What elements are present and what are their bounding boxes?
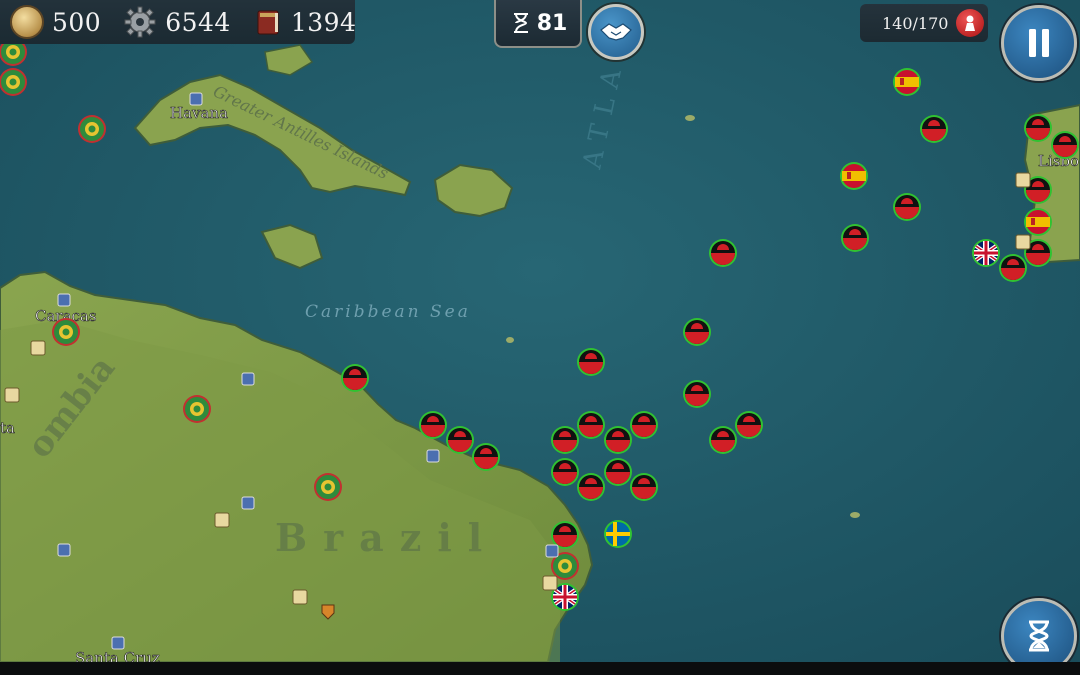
city-badge[interactable] [426, 449, 440, 463]
unit-marker-spain[interactable] [840, 162, 868, 190]
building-icon[interactable] [1015, 172, 1031, 188]
building-icon[interactable] [30, 340, 46, 356]
hourglass-icon [1029, 620, 1049, 652]
turn-counter[interactable]: 81 [494, 0, 582, 48]
gold-value: 500 [52, 7, 102, 37]
unit-marker-malawi[interactable] [709, 426, 737, 454]
handshake-icon [600, 23, 632, 41]
science-value: 1394 [290, 7, 357, 37]
country-label-brazil: Brazil [275, 515, 498, 560]
islet [506, 337, 514, 343]
population-counter[interactable]: 140/170 [860, 4, 988, 42]
unit-marker-malawi[interactable] [683, 380, 711, 408]
unit-marker-malawi[interactable] [604, 458, 632, 486]
unit-marker-malawi[interactable] [709, 239, 737, 267]
gold-resource[interactable]: 500 [0, 0, 123, 44]
unit-marker-hostile[interactable] [0, 68, 27, 96]
gear-icon [124, 6, 156, 38]
unit-marker-malawi[interactable] [419, 411, 447, 439]
unit-marker-hostile[interactable] [78, 115, 106, 143]
unit-marker-malawi[interactable] [630, 473, 658, 501]
unit-marker-malawi[interactable] [1024, 114, 1052, 142]
unit-marker-malawi[interactable] [604, 426, 632, 454]
city-badge[interactable] [545, 544, 559, 558]
unit-marker-malawi[interactable] [551, 426, 579, 454]
city-badge[interactable] [241, 496, 255, 510]
coin-icon [10, 5, 44, 39]
region-label-caribbean-sea: Caribbean Sea [305, 302, 471, 322]
city-badge[interactable] [57, 543, 71, 557]
city-badge[interactable] [111, 636, 125, 650]
building-icon[interactable] [4, 387, 20, 403]
building-icon[interactable] [214, 512, 230, 528]
turns-remaining: 81 [536, 10, 568, 36]
unit-marker-malawi[interactable] [472, 443, 500, 471]
diplomacy-button[interactable] [588, 4, 644, 60]
pause-icon [1029, 29, 1049, 57]
pawn-icon [956, 9, 985, 37]
islet [850, 512, 860, 518]
science-resource[interactable]: 1394 [253, 0, 379, 44]
city-label-havana: Havana [170, 104, 228, 122]
unit-marker-malawi[interactable] [920, 115, 948, 143]
unit-marker-malawi[interactable] [551, 458, 579, 486]
book-icon [257, 10, 279, 35]
bottom-edge [0, 662, 1080, 675]
unit-marker-malawi[interactable] [1051, 131, 1079, 159]
unit-marker-sweden[interactable] [604, 520, 632, 548]
hourglass-icon [513, 13, 528, 33]
unit-marker-malawi[interactable] [683, 318, 711, 346]
building-icon[interactable] [292, 589, 308, 605]
unit-marker-spain[interactable] [1024, 208, 1052, 236]
unit-marker-hostile[interactable] [314, 473, 342, 501]
pause-button[interactable] [1001, 5, 1077, 81]
unit-marker-malawi[interactable] [577, 348, 605, 376]
city-badge[interactable] [189, 92, 203, 106]
unit-marker-britain[interactable] [972, 239, 1000, 267]
unit-marker-malawi[interactable] [735, 411, 763, 439]
islet [685, 115, 695, 121]
resource-bar: 500 6544 1394 [0, 0, 356, 44]
world-map[interactable]: Havana Caracas Santa Cruz Lisbo ta Great… [0, 0, 1080, 675]
unit-marker-hostile[interactable] [52, 318, 80, 346]
city-badge[interactable] [241, 372, 255, 386]
unit-marker-malawi[interactable] [999, 254, 1027, 282]
building-icon[interactable] [1015, 234, 1031, 250]
unit-marker-malawi[interactable] [577, 411, 605, 439]
industry-resource[interactable]: 6544 [123, 0, 253, 44]
unit-marker-malawi[interactable] [630, 411, 658, 439]
unit-marker-malawi[interactable] [893, 193, 921, 221]
unit-marker-spain[interactable] [893, 68, 921, 96]
city-badge[interactable] [57, 293, 71, 307]
unit-marker-hostile[interactable] [183, 395, 211, 423]
population-value: 140/170 [882, 13, 949, 33]
industry-value: 6544 [165, 7, 231, 37]
unit-marker-malawi[interactable] [577, 473, 605, 501]
unit-marker-malawi[interactable] [841, 224, 869, 252]
unit-marker-malawi[interactable] [341, 364, 369, 392]
city-label-partial: ta [0, 419, 15, 437]
building-icon[interactable] [542, 575, 558, 591]
unit-marker-malawi[interactable] [446, 426, 474, 454]
